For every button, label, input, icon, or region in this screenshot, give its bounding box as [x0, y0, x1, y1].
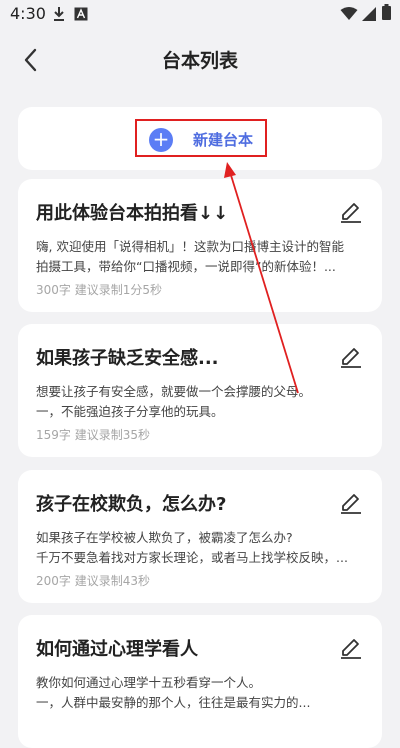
script-title: 孩子在校欺负，怎么办?	[36, 494, 227, 515]
script-card[interactable]: 孩子在校欺负，怎么办? 如果孩子在学校被人欺负了，被霸凌了怎么办? 千万不要急着…	[18, 470, 382, 603]
wifi-icon	[340, 6, 358, 25]
status-time: 4:30	[10, 4, 46, 23]
script-excerpt: 教你如何通过心理学十五秒看穿一个人。 一，人群中最安静的那个人，往往是最有实力的…	[36, 675, 311, 710]
pencil-icon	[341, 203, 361, 223]
edit-button[interactable]	[338, 633, 364, 659]
edit-button[interactable]	[338, 342, 364, 368]
script-meta: 300字 建议录制1分5秒	[36, 283, 162, 297]
pencil-icon	[341, 494, 361, 514]
script-card[interactable]: 如果孩子缺乏安全感... 想要让孩子有安全感，就要做一个会撑腰的父母。 一，不能…	[18, 324, 382, 457]
plus-icon: +	[149, 128, 173, 152]
script-card[interactable]: 如何通过心理学看人 教你如何通过心理学十五秒看穿一个人。 一，人群中最安静的那个…	[18, 615, 382, 748]
edit-button[interactable]	[338, 197, 364, 223]
page-title: 台本列表	[161, 50, 238, 72]
script-meta: 159字 建议录制35秒	[36, 428, 150, 442]
script-meta: 200字 建议录制43秒	[36, 574, 150, 588]
new-script-card: + 新建台本	[18, 107, 382, 170]
new-script-button[interactable]: + 新建台本	[135, 119, 267, 157]
script-excerpt: 如果孩子在学校被人欺负了，被霸凌了怎么办? 千万不要急着找对方家长理论，或者马上…	[36, 530, 348, 565]
edit-button[interactable]	[338, 488, 364, 514]
script-title: 如果孩子缺乏安全感...	[36, 348, 219, 369]
signal-icon	[362, 6, 376, 25]
nav-bar: 台本列表	[0, 36, 400, 84]
pencil-icon	[341, 639, 361, 659]
script-excerpt: 想要让孩子有安全感，就要做一个会撑腰的父母。 一，不能强迫孩子分享他的玩具。	[36, 384, 312, 419]
script-title: 如何通过心理学看人	[36, 639, 198, 660]
download-icon	[52, 6, 66, 26]
script-excerpt: 嗨, 欢迎使用「说得相机」！这款为口播博主设计的智能 拍摄工具，带给你“口播视频…	[36, 239, 344, 274]
pencil-icon	[341, 348, 361, 368]
battery-icon	[382, 4, 391, 24]
script-card[interactable]: 用此体验台本拍拍看↓↓ 嗨, 欢迎使用「说得相机」！这款为口播博主设计的智能 拍…	[18, 179, 382, 312]
a-icon	[74, 6, 88, 25]
new-script-label: 新建台本	[193, 131, 254, 149]
status-bar: 4:30	[0, 0, 400, 28]
script-title: 用此体验台本拍拍看↓↓	[36, 203, 229, 224]
